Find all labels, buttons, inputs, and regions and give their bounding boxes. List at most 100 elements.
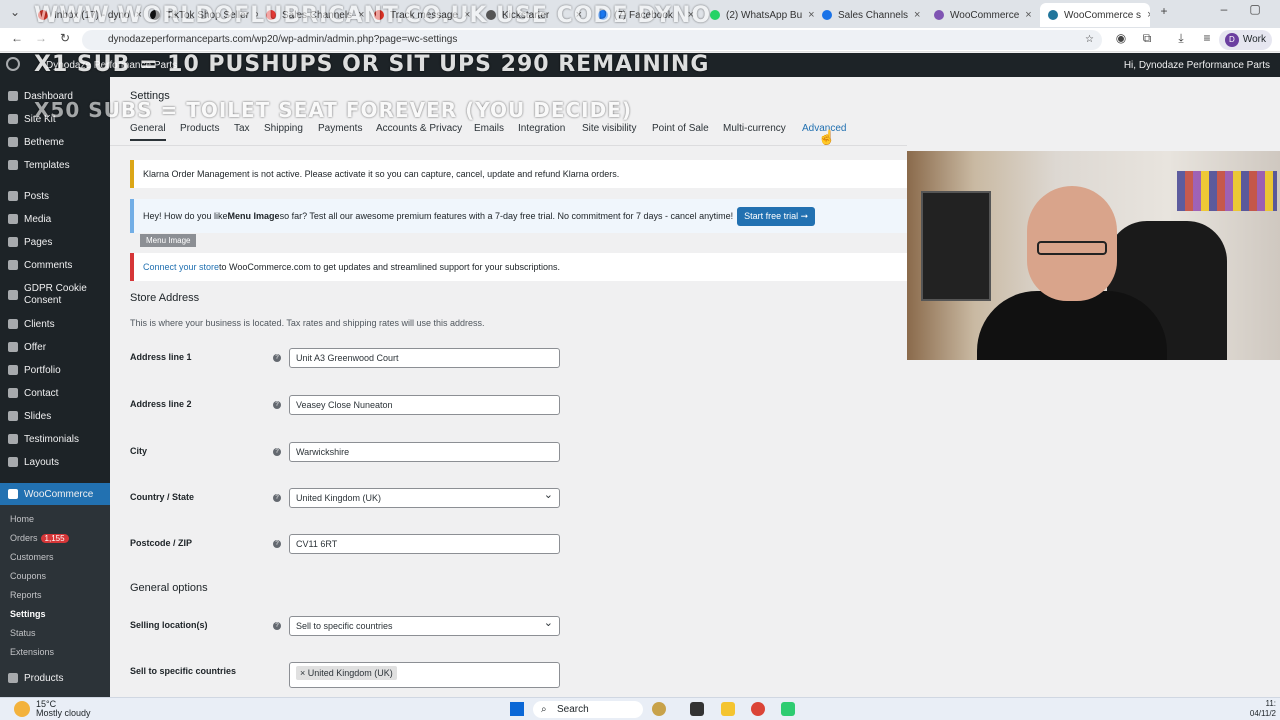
new-tab-icon[interactable]: +	[1155, 4, 1173, 18]
reload-icon[interactable]: ↻	[56, 31, 74, 45]
country-state-label: Country / State	[130, 492, 195, 502]
submenu-reports[interactable]: Reports	[10, 590, 42, 600]
address-bar[interactable]: dynodazeperformanceparts.com/wp20/wp-adm…	[82, 30, 1102, 50]
sidebar-item-betheme[interactable]: Betheme	[0, 131, 110, 153]
browser-tab[interactable]: WooCommerce ×	[926, 3, 1038, 27]
windows-start-icon[interactable]	[510, 702, 524, 716]
help-icon[interactable]: ?	[273, 354, 281, 362]
weather-widget[interactable]: 15°C Mostly cloudy	[36, 700, 91, 718]
close-icon[interactable]: ×	[914, 9, 920, 21]
sidebar-item-woocommerce[interactable]: WooCommerce	[0, 483, 110, 505]
weather-icon[interactable]	[14, 701, 30, 717]
klarna-notice: Klarna Order Management is not active. P…	[130, 160, 907, 188]
extensions-puzzle-icon[interactable]: ⧉	[1138, 31, 1156, 46]
selling-locations-select[interactable]: Sell to specific countries	[289, 614, 560, 636]
sidebar-item-pages[interactable]: Pages	[0, 231, 110, 253]
sidebar-item-media[interactable]: Media	[0, 208, 110, 230]
sidebar-item-templates[interactable]: Templates	[0, 154, 110, 176]
tab-payments[interactable]: Payments	[318, 123, 362, 134]
download-icon[interactable]: ⤓	[1172, 31, 1190, 46]
country-chip[interactable]: × United Kingdom (UK)	[296, 666, 397, 680]
woo-icon	[934, 10, 944, 20]
wordpress-logo-icon[interactable]	[6, 57, 20, 71]
user-greeting[interactable]: Hi, Dynodaze Performance Parts	[1124, 60, 1270, 71]
submenu-home[interactable]: Home	[10, 514, 34, 524]
sidebar-item-comments[interactable]: Comments	[0, 254, 110, 276]
browser-tab[interactable]: Sales Channels ×	[814, 3, 926, 27]
connect-store-link[interactable]: Connect your store	[143, 262, 219, 272]
wordpress-icon	[1048, 10, 1058, 20]
close-icon[interactable]: ×	[1025, 9, 1031, 21]
tab-shipping[interactable]: Shipping	[264, 123, 303, 134]
submenu-customers[interactable]: Customers	[10, 552, 54, 562]
sidebar-item-products[interactable]: Products	[0, 667, 110, 689]
webcam-person-body	[977, 291, 1167, 360]
connect-store-notice: Connect your store to WooCommerce.com to…	[130, 253, 907, 281]
sidebar-item-gdpr[interactable]: GDPR Cookie Consent	[0, 280, 110, 310]
sidebar-item-contact[interactable]: Contact	[0, 382, 110, 404]
sidebar-item-testimonials[interactable]: Testimonials	[0, 428, 110, 450]
help-icon[interactable]: ?	[273, 401, 281, 409]
offer-icon	[8, 342, 18, 352]
submenu-extensions[interactable]: Extensions	[10, 647, 54, 657]
browser-toolbar: ← → ↻ dynodazeperformanceparts.com/wp20/…	[0, 28, 1280, 52]
submenu-coupons[interactable]: Coupons	[10, 571, 46, 581]
help-icon[interactable]: ?	[273, 494, 281, 502]
sidebar-item-posts[interactable]: Posts	[0, 185, 110, 207]
tab-integration[interactable]: Integration	[518, 123, 565, 134]
submenu-orders[interactable]: Orders 1,155	[10, 533, 69, 543]
task-view-icon[interactable]	[690, 702, 704, 716]
store-address-description: This is where your business is located. …	[130, 318, 485, 328]
city-input[interactable]: Warwickshire	[289, 442, 560, 462]
media-controls-icon[interactable]: ≡	[1198, 31, 1216, 45]
profile-button[interactable]: D Work	[1218, 30, 1272, 50]
sidebar-item-portfolio[interactable]: Portfolio	[0, 359, 110, 381]
close-icon[interactable]: ×	[1147, 9, 1150, 21]
submenu-status[interactable]: Status	[10, 628, 36, 638]
tab-multi-currency[interactable]: Multi-currency	[723, 123, 786, 134]
sidebar-item-layouts[interactable]: Layouts	[0, 451, 110, 473]
sidebar-item-slides[interactable]: Slides	[0, 405, 110, 427]
tab-accounts-privacy[interactable]: Accounts & Privacy	[376, 123, 462, 134]
back-icon[interactable]: ←	[8, 31, 26, 45]
forward-icon[interactable]: →	[32, 31, 50, 45]
sidebar-item-clients[interactable]: Clients	[0, 313, 110, 335]
system-clock[interactable]: 11: 04/11/2	[1250, 699, 1276, 719]
address1-input[interactable]: Unit A3 Greenwood Court	[289, 348, 560, 368]
tab-emails[interactable]: Emails	[474, 123, 504, 134]
extension-icon[interactable]: ◉	[1112, 31, 1130, 45]
app-icon[interactable]	[781, 702, 795, 716]
browser-tab-active[interactable]: WooCommerce s×	[1040, 3, 1150, 27]
sidebar-item-offer[interactable]: Offer	[0, 336, 110, 358]
bookmark-star-icon[interactable]: ☆	[1085, 30, 1094, 50]
pin-icon	[8, 191, 18, 201]
submenu-settings[interactable]: Settings	[10, 609, 46, 619]
start-free-trial-button[interactable]: Start free trial ➞	[737, 206, 816, 226]
browser-tab[interactable]: (2) WhatsApp Bu ×	[702, 3, 814, 27]
help-icon[interactable]: ?	[273, 622, 281, 630]
specific-countries-input[interactable]: × United Kingdom (UK)	[289, 662, 560, 688]
slides-icon	[8, 411, 18, 421]
tab-general[interactable]: General	[130, 123, 166, 141]
chrome-icon[interactable]	[751, 702, 765, 716]
contact-icon	[8, 388, 18, 398]
maximize-icon[interactable]: ▢	[1246, 2, 1264, 16]
tab-tax[interactable]: Tax	[234, 123, 250, 134]
minimize-icon[interactable]: –	[1215, 2, 1233, 16]
store-address-heading: Store Address	[130, 292, 200, 304]
help-icon[interactable]: ?	[273, 448, 281, 456]
taskbar-search[interactable]: ⌕ Search	[533, 701, 643, 718]
widgets-icon[interactable]	[652, 702, 666, 716]
address2-input[interactable]: Veasey Close Nuneaton	[289, 395, 560, 415]
cookie-icon	[8, 290, 18, 300]
tab-search-icon[interactable]: ⌄	[6, 5, 24, 19]
tab-site-visibility[interactable]: Site visibility	[582, 123, 636, 134]
tab-products[interactable]: Products	[180, 123, 219, 134]
country-state-select[interactable]: United Kingdom (UK)	[289, 486, 560, 508]
postcode-input[interactable]: CV11 6RT	[289, 534, 560, 554]
file-explorer-icon[interactable]	[721, 702, 735, 716]
tab-point-of-sale[interactable]: Point of Sale	[652, 123, 709, 134]
address1-label: Address line 1	[130, 352, 192, 362]
help-icon[interactable]: ?	[273, 540, 281, 548]
admin-sidebar: Dashboard Site Kit Betheme Templates Pos…	[0, 77, 110, 697]
